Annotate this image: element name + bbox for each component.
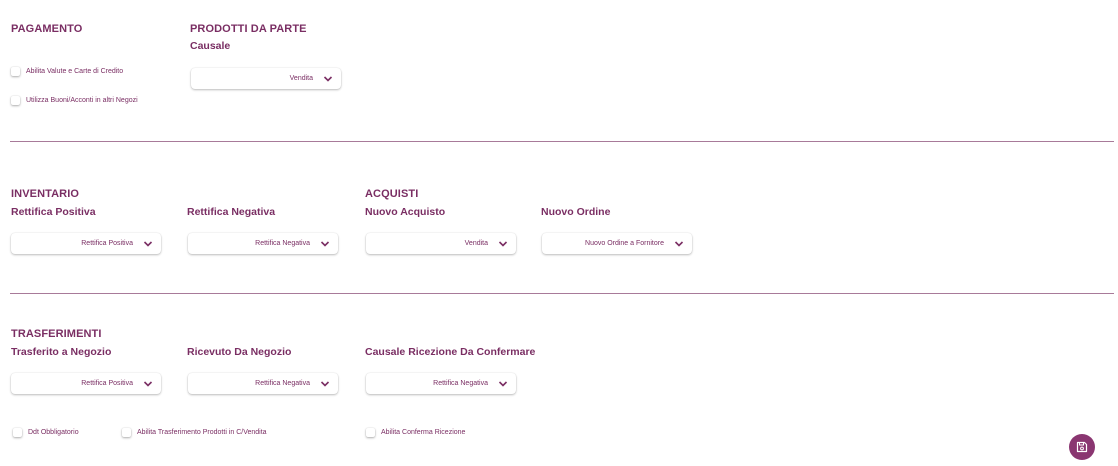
checkbox-label-valute: Abilita Valute e Carte di Credito <box>26 68 124 75</box>
chevron-down-icon <box>674 240 684 247</box>
checkbox-label-buoni: Utilizza Buoni/Acconti in altri Negozi <box>26 97 138 104</box>
chevron-down-icon <box>143 380 153 387</box>
section-title-acquisti: ACQUISTI <box>365 188 419 200</box>
select-ricevuto-negozio-value: Rettifica Negativa <box>255 380 310 387</box>
divider-2 <box>10 293 1114 294</box>
label-rettifica-positiva: Rettifica Positiva <box>11 206 96 218</box>
select-rettifica-positiva-value: Rettifica Positiva <box>81 240 133 247</box>
label-nuovo-ordine: Nuovo Ordine <box>541 206 611 218</box>
checkbox-row-ddt[interactable]: Ddt Obbligatorio <box>13 428 79 437</box>
chevron-down-icon <box>323 75 333 82</box>
checkbox-trasf-prodotti[interactable] <box>122 428 131 437</box>
select-rettifica-negativa-value: Rettifica Negativa <box>255 240 310 247</box>
checkbox-row-trasf-prodotti[interactable]: Abilita Trasferimento Prodotti in C/Vend… <box>122 428 267 437</box>
select-trasferito-negozio-value: Rettifica Positiva <box>81 380 133 387</box>
checkbox-label-ddt: Ddt Obbligatorio <box>28 429 79 436</box>
checkbox-ddt[interactable] <box>13 428 22 437</box>
label-causale: Causale <box>190 40 231 52</box>
select-trasferito-negozio[interactable]: Rettifica Positiva <box>11 373 161 394</box>
label-causale-ricezione: Causale Ricezione Da Confermare <box>365 346 536 358</box>
save-button[interactable] <box>1069 434 1095 460</box>
label-trasferito-negozio: Trasferito a Negozio <box>11 346 112 358</box>
chevron-down-icon <box>320 240 330 247</box>
select-causale-ricezione-value: Rettifica Negativa <box>433 380 488 387</box>
select-ricevuto-negozio[interactable]: Rettifica Negativa <box>188 373 338 394</box>
checkbox-valute[interactable] <box>11 67 20 76</box>
select-rettifica-negativa[interactable]: Rettifica Negativa <box>188 233 338 254</box>
select-causale-ricezione[interactable]: Rettifica Negativa <box>366 373 516 394</box>
select-rettifica-positiva[interactable]: Rettifica Positiva <box>11 233 161 254</box>
chevron-down-icon <box>498 380 508 387</box>
section-title-prodotti: PRODOTTI DA PARTE <box>190 23 307 35</box>
divider-1 <box>10 141 1114 142</box>
select-nuovo-ordine[interactable]: Nuovo Ordine a Fornitore <box>542 233 692 254</box>
checkbox-row-valute[interactable]: Abilita Valute e Carte di Credito <box>11 67 123 76</box>
section-title-trasferimenti: TRASFERIMENTI <box>11 328 102 340</box>
section-title-pagamento: PAGAMENTO <box>11 23 83 35</box>
label-ricevuto-negozio: Ricevuto Da Negozio <box>187 346 292 358</box>
chevron-down-icon <box>320 380 330 387</box>
label-rettifica-negativa: Rettifica Negativa <box>187 206 276 218</box>
save-icon <box>1076 441 1088 453</box>
checkbox-label-trasf-prodotti: Abilita Trasferimento Prodotti in C/Vend… <box>137 429 267 436</box>
select-nuovo-ordine-value: Nuovo Ordine a Fornitore <box>585 240 664 247</box>
label-nuovo-acquisto: Nuovo Acquisto <box>365 206 446 218</box>
chevron-down-icon <box>143 240 153 247</box>
checkbox-row-buoni[interactable]: Utilizza Buoni/Acconti in altri Negozi <box>11 96 138 105</box>
checkbox-label-conferma: Abilita Conferma Ricezione <box>381 429 466 436</box>
section-title-inventario: INVENTARIO <box>11 188 80 200</box>
checkbox-buoni[interactable] <box>11 96 20 105</box>
checkbox-conferma[interactable] <box>366 428 375 437</box>
chevron-down-icon <box>498 240 508 247</box>
select-causale[interactable]: Vendita <box>191 68 341 89</box>
select-nuovo-acquisto[interactable]: Vendita <box>366 233 516 254</box>
select-causale-value: Vendita <box>289 75 313 82</box>
checkbox-row-conferma[interactable]: Abilita Conferma Ricezione <box>366 428 465 437</box>
select-nuovo-acquisto-value: Vendita <box>464 240 488 247</box>
